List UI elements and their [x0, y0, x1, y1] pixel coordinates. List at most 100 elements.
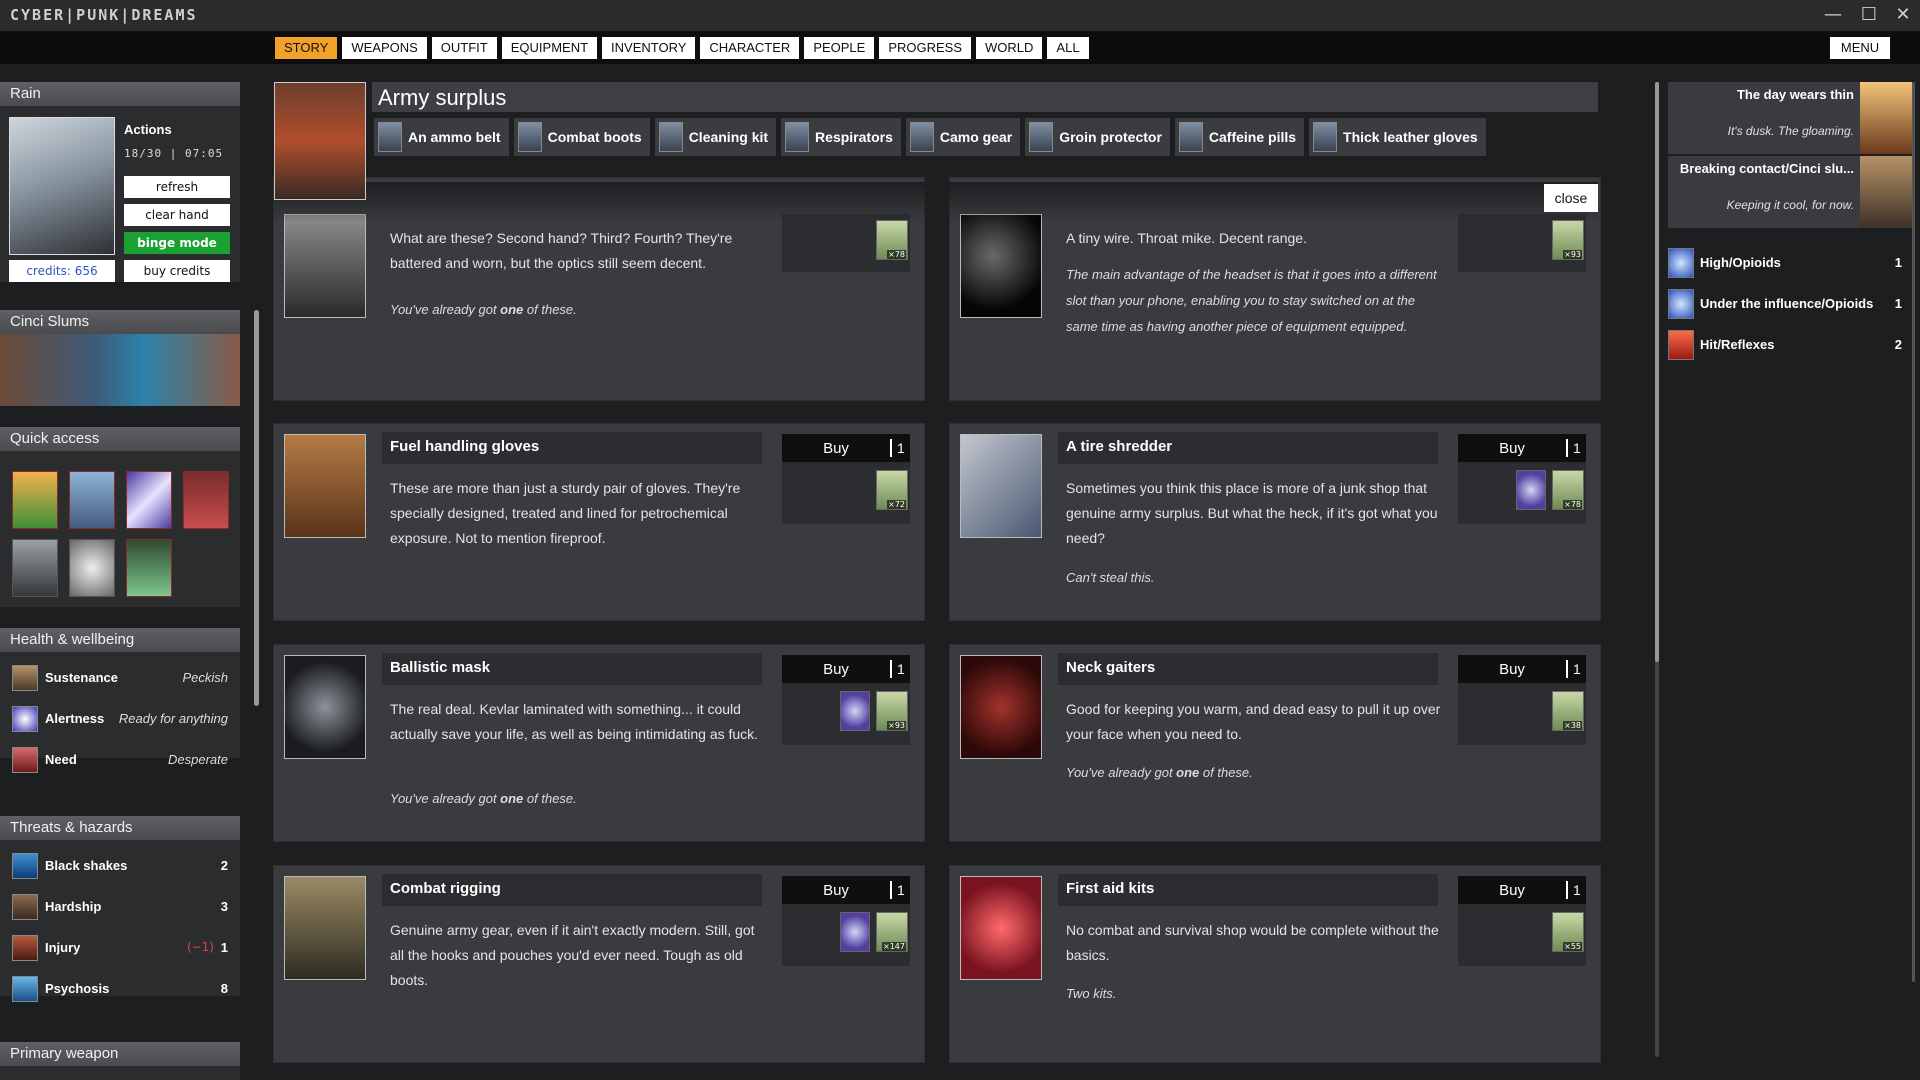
buy-button[interactable]: Buy 1: [782, 434, 910, 462]
location-image[interactable]: [0, 334, 240, 406]
player-name: Rain: [0, 82, 240, 106]
fuel-gloves-image[interactable]: [284, 434, 366, 538]
shop-item-combat-boots[interactable]: Combat boots: [513, 118, 650, 156]
item-note: You've already got one of these.: [390, 302, 577, 317]
stat-number: 2: [220, 858, 228, 873]
buy-label: Buy: [823, 440, 849, 457]
item-title: Combat rigging: [390, 880, 501, 897]
shop-item-camo-gear[interactable]: Camo gear: [905, 118, 1021, 156]
tab-weapons[interactable]: WEAPONS: [342, 37, 427, 59]
left-scrollbar[interactable]: [254, 310, 259, 706]
shop-area: ×78 What are these? Second hand? Third? …: [274, 82, 1600, 1080]
tab-progress[interactable]: PROGRESS: [879, 37, 972, 59]
tire-shredder-image[interactable]: [960, 434, 1042, 538]
event-card[interactable]: The day wears thin It's dusk. The gloami…: [1668, 82, 1912, 154]
buy-button[interactable]: Buy 1: [1458, 876, 1586, 904]
buy-label: Buy: [823, 661, 849, 678]
price: ×147: [882, 942, 906, 951]
refresh-button[interactable]: refresh: [124, 176, 230, 198]
stat-need[interactable]: Need Desperate: [12, 744, 228, 774]
reflexes-icon: [1668, 330, 1694, 360]
combat-rigging-image[interactable]: [284, 876, 366, 980]
buy-button[interactable]: Buy 1: [782, 655, 910, 683]
status-hit-reflexes[interactable]: Hit/Reflexes 2: [1668, 328, 1912, 360]
quick-item-pills-icon[interactable]: [69, 471, 115, 529]
credits-icon: ×55: [1552, 912, 1584, 952]
threat-hardship[interactable]: Hardship 3: [12, 891, 228, 921]
tab-outfit[interactable]: OUTFIT: [431, 37, 497, 59]
clear-hand-button[interactable]: clear hand: [124, 204, 230, 226]
price: ×55: [1563, 942, 1582, 951]
buy-quantity[interactable]: 1: [890, 660, 905, 678]
stat-value: Ready for anything: [118, 711, 228, 726]
buy-quantity[interactable]: 1: [1566, 881, 1581, 899]
shop-item-cleaning-kit[interactable]: Cleaning kit: [654, 118, 777, 156]
first-aid-image[interactable]: [960, 876, 1042, 980]
main-scrollbar[interactable]: [1655, 82, 1659, 662]
nav-tabs: STORY WEAPONS OUTFIT EQUIPMENT INVENTORY…: [275, 37, 1089, 59]
stat-alertness[interactable]: Alertness Ready for anything: [12, 703, 228, 733]
buy-credits-button[interactable]: buy credits: [124, 260, 230, 282]
binoculars-image[interactable]: [284, 214, 366, 318]
shop-item-caffeine-pills[interactable]: Caffeine pills: [1174, 118, 1305, 156]
headset-image[interactable]: [960, 214, 1042, 318]
tab-all[interactable]: ALL: [1047, 37, 1089, 59]
black-shakes-icon: [12, 853, 38, 879]
item-description: Genuine army gear, even if it ain't exac…: [390, 922, 755, 988]
location-name: Cinci Slums: [0, 310, 240, 334]
threat-psychosis[interactable]: Psychosis 8: [12, 973, 228, 1003]
shop-item-ammo-belt[interactable]: An ammo belt: [374, 118, 509, 156]
close-button[interactable]: close: [1544, 184, 1598, 212]
price: ×38: [1563, 721, 1582, 730]
price: ×93: [1563, 250, 1582, 259]
maximize-icon[interactable]: ☐: [1854, 3, 1884, 27]
buy-button[interactable]: Buy 1: [1458, 655, 1586, 683]
quick-item-can-icon[interactable]: [12, 471, 58, 529]
status-high-opioids[interactable]: High/Opioids 1: [1668, 246, 1912, 278]
tab-inventory[interactable]: INVENTORY: [602, 37, 696, 59]
quick-item-inhaler-icon[interactable]: [126, 539, 172, 597]
binge-mode-button[interactable]: binge mode: [124, 232, 230, 254]
item-description: A tiny wire. Throat mike. Decent range.: [1066, 230, 1307, 246]
tab-equipment[interactable]: EQUIPMENT: [501, 37, 598, 59]
quick-item-cells-icon[interactable]: [69, 539, 115, 597]
shop-item-groin-protector[interactable]: Groin protector: [1025, 118, 1170, 156]
item-description: The real deal. Kevlar laminated with som…: [390, 701, 759, 742]
buy-label: Buy: [1499, 440, 1525, 457]
buy-quantity[interactable]: 1: [1566, 439, 1581, 457]
threat-black-shakes[interactable]: Black shakes 2: [12, 850, 228, 880]
tab-character[interactable]: CHARACTER: [700, 37, 800, 59]
threat-injury[interactable]: Injury (−1) 1: [12, 932, 228, 962]
neck-gaiters-image[interactable]: [960, 655, 1042, 759]
credits-link[interactable]: credits: 656: [9, 260, 115, 282]
stat-value: Peckish: [182, 670, 228, 685]
buy-label: Buy: [1499, 661, 1525, 678]
shop-header: [372, 82, 1598, 112]
event-card[interactable]: Breaking contact/Cinci slu... Keeping it…: [1668, 156, 1912, 228]
item-description: Good for keeping you warm, and dead easy…: [1066, 701, 1441, 742]
quick-item-capsule-icon[interactable]: [183, 471, 229, 529]
quick-item-device-icon[interactable]: [12, 539, 58, 597]
tab-world[interactable]: WORLD: [976, 37, 1043, 59]
buy-quantity[interactable]: 1: [890, 439, 905, 457]
ballistic-mask-image[interactable]: [284, 655, 366, 759]
tab-story[interactable]: STORY: [275, 37, 338, 59]
shop-item-leather-gloves[interactable]: Thick leather gloves: [1309, 118, 1486, 156]
buy-quantity[interactable]: 1: [890, 881, 905, 899]
psychosis-icon: [12, 976, 38, 1002]
close-icon[interactable]: ✕: [1888, 3, 1918, 27]
stat-number: 1: [220, 940, 228, 955]
tab-people[interactable]: PEOPLE: [804, 37, 875, 59]
status-influence-opioids[interactable]: Under the influence/Opioids 1: [1668, 287, 1912, 319]
right-scrollbar[interactable]: [1912, 82, 1915, 982]
minimize-icon[interactable]: —: [1818, 3, 1848, 27]
buy-button[interactable]: Buy 1: [1458, 434, 1586, 462]
buy-button[interactable]: Buy 1: [782, 876, 910, 904]
menu-button[interactable]: MENU: [1830, 37, 1890, 59]
stat-sustenance[interactable]: Sustenance Peckish: [12, 662, 228, 692]
quick-access-title: Quick access: [0, 427, 240, 451]
buy-quantity[interactable]: 1: [1566, 660, 1581, 678]
quick-item-light-icon[interactable]: [126, 471, 172, 529]
quick-access-panel: Quick access: [0, 427, 240, 607]
shop-item-respirators[interactable]: Respirators: [781, 118, 901, 156]
